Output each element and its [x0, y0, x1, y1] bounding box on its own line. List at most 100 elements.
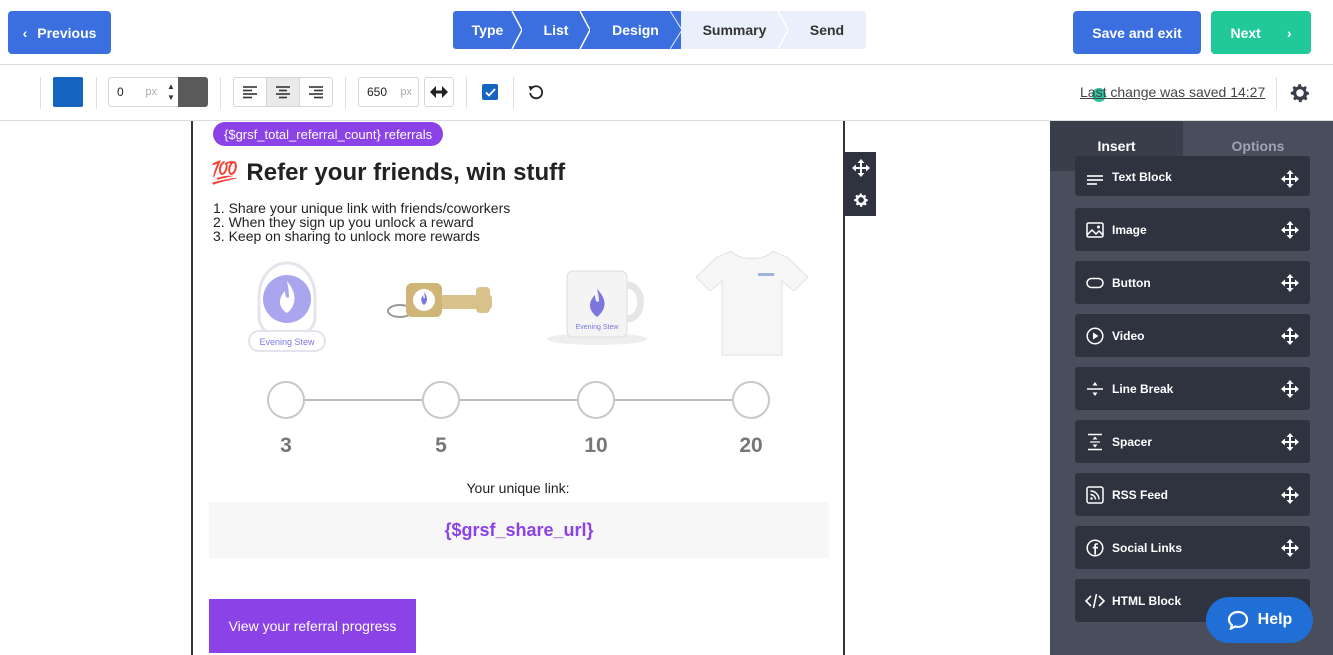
chevron-right-icon: › — [1286, 24, 1292, 41]
chat-bubble-icon — [1227, 610, 1248, 630]
email-headline: 💯 Refer your friends, win stuff — [211, 159, 565, 187]
block-rss-feed[interactable]: RSS Feed — [1075, 473, 1310, 516]
share-url-text: {$grsf_share_url} — [444, 519, 594, 540]
block-label: Text Block — [1112, 170, 1172, 184]
block-button[interactable]: Button — [1075, 261, 1310, 304]
border-color-swatch[interactable] — [178, 77, 208, 107]
responsive-checkbox[interactable] — [482, 84, 498, 100]
milestone-circle — [577, 381, 615, 419]
drag-handle-icon[interactable] — [1281, 485, 1299, 504]
checkmark-icon — [484, 87, 496, 97]
share-url-box[interactable]: {$grsf_share_url} — [209, 502, 829, 558]
help-button[interactable]: Help — [1206, 597, 1313, 643]
email-width-value: 650 — [367, 85, 388, 99]
instruction-item: 2. When they sign up you unlock a reward — [213, 214, 474, 230]
save-and-exit-button[interactable]: Save and exit — [1073, 11, 1201, 54]
milestone-circle — [422, 381, 460, 419]
drag-handle-icon[interactable] — [1281, 379, 1299, 398]
block-label: Video — [1112, 328, 1145, 343]
milestone-label: 3 — [280, 434, 292, 457]
border-width-value: 0 — [117, 85, 124, 99]
settings-gear-icon[interactable] — [1288, 81, 1312, 105]
previous-button[interactable]: ‹ Previous — [8, 11, 111, 54]
referral-count-pill: {$grsf_total_referral_count} referrals — [213, 122, 444, 146]
saved-status-link[interactable]: Last change was saved 14:27 — [1080, 84, 1265, 100]
next-label: Next — [1230, 24, 1261, 41]
block-social-links[interactable]: Social Links — [1075, 526, 1310, 569]
undo-button[interactable] — [521, 77, 551, 107]
reward-tshirt-image — [695, 250, 809, 356]
drag-handle-icon[interactable] — [1281, 326, 1299, 345]
unique-link-label: Your unique link: — [466, 480, 570, 496]
step-label: Type — [471, 22, 504, 38]
block-spacer[interactable]: Spacer — [1075, 420, 1310, 463]
next-button[interactable]: Next › — [1211, 11, 1311, 54]
step-send[interactable]: Send — [788, 11, 866, 49]
background-color-swatch[interactable] — [53, 77, 83, 107]
step-summary[interactable]: Summary — [681, 11, 789, 49]
align-left-icon — [243, 86, 257, 99]
full-width-toggle-button[interactable] — [424, 77, 454, 107]
milestone-label: 5 — [435, 434, 447, 457]
block-label: Button — [1112, 275, 1151, 290]
design-toolbar: 0 px ▲ ▼ 650 px Last change was saved 14… — [0, 65, 1333, 121]
reward-keychain-image — [387, 283, 492, 318]
text-lines-icon — [1084, 170, 1106, 192]
email-width-unit: px — [400, 86, 412, 98]
caret-up-icon[interactable]: ▲ — [167, 82, 175, 91]
align-center-icon — [276, 86, 290, 99]
play-icon — [1084, 325, 1106, 347]
step-label: List — [543, 22, 569, 38]
step-type[interactable]: Type — [453, 11, 523, 49]
alignment-group — [233, 77, 333, 107]
block-actions — [845, 152, 876, 216]
blocks-panel: Insert Options Text Block Image Button V… — [1050, 121, 1333, 655]
block-label: Line Break — [1112, 381, 1174, 396]
previous-label: Previous — [37, 24, 97, 41]
editor-canvas: {$grsf_total_referral_count} referrals 💯… — [0, 121, 1050, 655]
milestone-label: 10 — [584, 434, 608, 457]
milestone-label: 20 — [739, 434, 763, 457]
view-referral-progress-button[interactable]: View your referral progress — [209, 599, 416, 653]
button-icon — [1084, 272, 1106, 294]
block-label: HTML Block — [1112, 593, 1182, 608]
block-text[interactable]: Text Block — [1075, 156, 1310, 196]
step-list[interactable]: List — [522, 11, 591, 49]
email-preview[interactable]: {$grsf_total_referral_count} referrals 💯… — [191, 121, 845, 655]
drag-handle-icon[interactable] — [1281, 538, 1299, 557]
block-line-break[interactable]: Line Break — [1075, 367, 1310, 410]
align-left-button[interactable] — [234, 78, 266, 106]
instruction-item: 1. Share your unique link with friends/c… — [213, 200, 511, 216]
drag-handle-icon[interactable] — [1281, 170, 1299, 188]
top-bar: ‹ Previous Type List Design Summary Send… — [0, 0, 1333, 65]
divider — [466, 77, 467, 109]
reward-caption: Evening Stew — [576, 324, 620, 331]
divider — [1276, 77, 1277, 109]
move-icon[interactable] — [851, 159, 870, 177]
block-label: Spacer — [1112, 434, 1153, 449]
align-center-button[interactable] — [266, 78, 299, 106]
instruction-item: 3. Keep on sharing to unlock more reward… — [213, 228, 480, 244]
border-width-unit: px — [145, 86, 157, 98]
block-settings-gear-icon[interactable] — [852, 191, 870, 209]
divider — [96, 77, 97, 109]
align-right-button[interactable] — [299, 78, 332, 106]
drag-handle-icon[interactable] — [1281, 273, 1299, 292]
step-label: Send — [809, 22, 845, 38]
divider — [345, 77, 346, 109]
block-image[interactable]: Image — [1075, 208, 1310, 251]
step-label: Design — [612, 22, 659, 38]
border-width-stepper[interactable]: ▲ ▼ — [163, 77, 179, 107]
spacer-icon — [1084, 431, 1106, 453]
step-design[interactable]: Design — [590, 11, 682, 49]
caret-down-icon[interactable]: ▼ — [167, 93, 175, 102]
block-label: Social Links — [1112, 540, 1183, 555]
step-label: Summary — [702, 22, 767, 38]
block-video[interactable]: Video — [1075, 314, 1310, 357]
drag-handle-icon[interactable] — [1281, 220, 1299, 239]
chevron-left-icon: ‹ — [22, 24, 28, 41]
image-icon — [1084, 219, 1106, 241]
facebook-icon — [1084, 537, 1106, 559]
drag-handle-icon[interactable] — [1281, 432, 1299, 451]
email-width-input[interactable]: 650 px — [358, 77, 419, 107]
